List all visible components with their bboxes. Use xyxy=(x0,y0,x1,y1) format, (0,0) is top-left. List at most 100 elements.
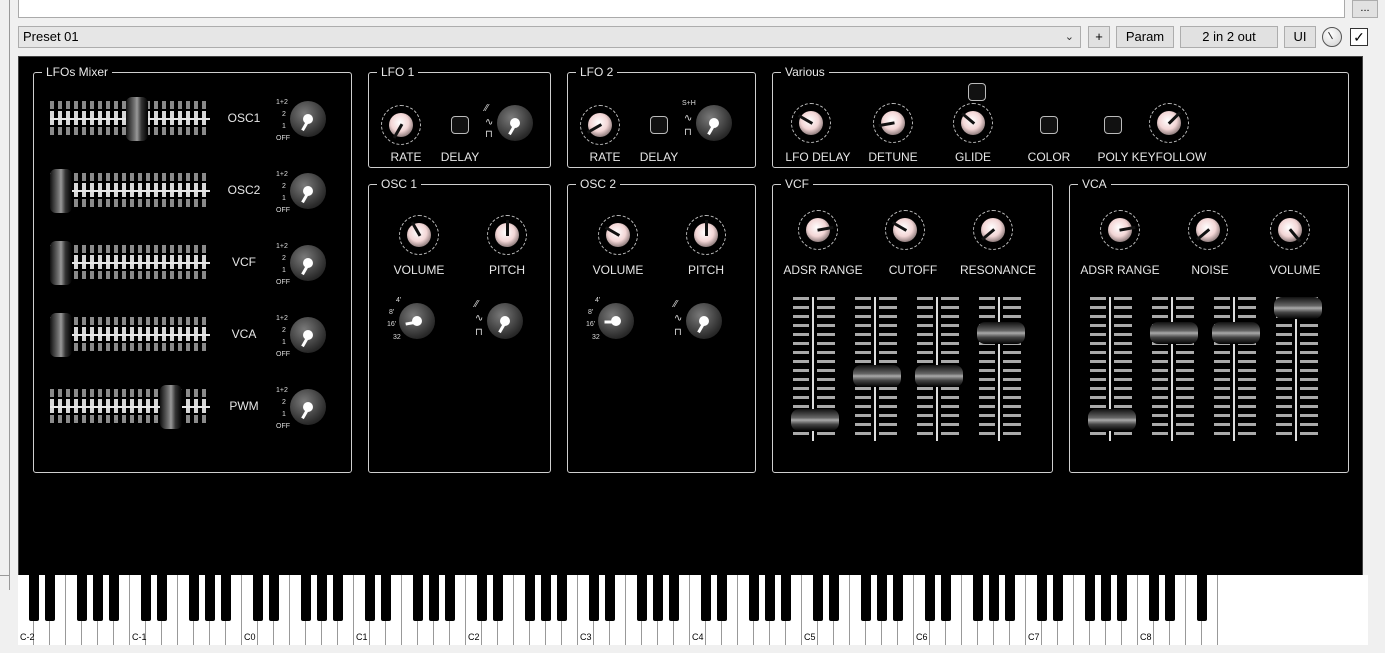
lfo-mix-source-selector[interactable] xyxy=(290,317,326,353)
lfo1-delay-toggle[interactable] xyxy=(451,116,469,134)
black-key[interactable] xyxy=(381,575,391,621)
black-key[interactable] xyxy=(861,575,871,621)
lfo-mix-slider[interactable] xyxy=(50,97,210,141)
glide-knob[interactable] xyxy=(953,103,993,143)
black-key[interactable] xyxy=(637,575,647,621)
bypass-checkbox[interactable]: ✓ xyxy=(1350,28,1368,46)
black-key[interactable] xyxy=(829,575,839,621)
black-key[interactable] xyxy=(973,575,983,621)
black-key[interactable] xyxy=(429,575,439,621)
vca-adsr-range-knob[interactable] xyxy=(1100,210,1140,250)
preset-dropdown[interactable]: Preset 01 ⌄ xyxy=(18,26,1081,48)
adsr-fader[interactable] xyxy=(913,297,963,441)
vcf-resonance-knob[interactable] xyxy=(973,210,1013,250)
black-key[interactable] xyxy=(477,575,487,621)
param-button[interactable]: Param xyxy=(1116,26,1174,48)
fader-thumb[interactable] xyxy=(791,408,839,431)
osc1-volume-knob[interactable] xyxy=(399,215,439,255)
ui-button[interactable]: UI xyxy=(1284,26,1316,48)
black-key[interactable] xyxy=(445,575,455,621)
osc2-pitch-knob[interactable] xyxy=(686,215,726,255)
black-key[interactable] xyxy=(93,575,103,621)
black-key[interactable] xyxy=(141,575,151,621)
black-key[interactable] xyxy=(541,575,551,621)
lfo-mix-slider[interactable] xyxy=(50,385,210,429)
osc1-footage-selector[interactable] xyxy=(399,303,435,339)
black-key[interactable] xyxy=(557,575,567,621)
lfo-mix-slider[interactable] xyxy=(50,313,210,357)
slider-thumb[interactable] xyxy=(160,385,183,429)
lfo-delay-knob[interactable] xyxy=(791,103,831,143)
slider-thumb[interactable] xyxy=(50,169,72,213)
lfo1-waveform-selector[interactable] xyxy=(497,105,533,141)
black-key[interactable] xyxy=(29,575,39,621)
fader-thumb[interactable] xyxy=(977,321,1025,344)
black-key[interactable] xyxy=(333,575,343,621)
vca-noise-knob[interactable] xyxy=(1188,210,1228,250)
add-preset-button[interactable]: + xyxy=(1088,26,1110,48)
fader-thumb[interactable] xyxy=(853,365,901,388)
lfo-mix-slider[interactable] xyxy=(50,169,210,213)
black-key[interactable] xyxy=(989,575,999,621)
black-key[interactable] xyxy=(1037,575,1047,621)
osc2-waveform-selector[interactable] xyxy=(686,303,722,339)
black-key[interactable] xyxy=(893,575,903,621)
black-key[interactable] xyxy=(589,575,599,621)
keyfollow-knob[interactable] xyxy=(1149,103,1189,143)
black-key[interactable] xyxy=(877,575,887,621)
adsr-fader[interactable] xyxy=(1148,297,1198,441)
black-key[interactable] xyxy=(301,575,311,621)
black-key[interactable] xyxy=(1085,575,1095,621)
path-field[interactable] xyxy=(18,0,1345,18)
black-key[interactable] xyxy=(925,575,935,621)
black-key[interactable] xyxy=(493,575,503,621)
adsr-fader[interactable] xyxy=(851,297,901,441)
osc1-pitch-knob[interactable] xyxy=(487,215,527,255)
black-key[interactable] xyxy=(1149,575,1159,621)
color-toggle[interactable] xyxy=(1040,116,1058,134)
black-key[interactable] xyxy=(1165,575,1175,621)
slider-thumb[interactable] xyxy=(50,241,72,285)
adsr-fader[interactable] xyxy=(789,297,839,441)
poly-toggle[interactable] xyxy=(1104,116,1122,134)
fader-thumb[interactable] xyxy=(915,365,963,388)
fader-thumb[interactable] xyxy=(1274,297,1322,319)
black-key[interactable] xyxy=(77,575,87,621)
vcf-adsr-range-knob[interactable] xyxy=(798,210,838,250)
black-key[interactable] xyxy=(205,575,215,621)
black-key[interactable] xyxy=(717,575,727,621)
black-key[interactable] xyxy=(1053,575,1063,621)
black-key[interactable] xyxy=(189,575,199,621)
black-key[interactable] xyxy=(781,575,791,621)
black-key[interactable] xyxy=(1005,575,1015,621)
black-key[interactable] xyxy=(109,575,119,621)
black-key[interactable] xyxy=(269,575,279,621)
black-key[interactable] xyxy=(1101,575,1111,621)
black-key[interactable] xyxy=(317,575,327,621)
detune-knob[interactable] xyxy=(873,103,913,143)
osc2-footage-selector[interactable] xyxy=(598,303,634,339)
adsr-fader[interactable] xyxy=(975,297,1025,441)
fader-thumb[interactable] xyxy=(1212,321,1260,344)
vca-volume-knob[interactable] xyxy=(1270,210,1310,250)
black-key[interactable] xyxy=(749,575,759,621)
lfo1-rate-knob[interactable] xyxy=(381,105,421,145)
black-key[interactable] xyxy=(813,575,823,621)
lfo-mix-source-selector[interactable] xyxy=(290,173,326,209)
osc1-waveform-selector[interactable] xyxy=(487,303,523,339)
mix-knob[interactable] xyxy=(1322,27,1342,47)
black-key[interactable] xyxy=(1117,575,1127,621)
black-key[interactable] xyxy=(221,575,231,621)
browse-button[interactable]: ... xyxy=(1352,0,1378,18)
black-key[interactable] xyxy=(765,575,775,621)
lfo-mix-source-selector[interactable] xyxy=(290,245,326,281)
piano-keyboard[interactable]: C-2 C-1 C0 C1 C2 C3 C4 C5 C6 C7 C8 xyxy=(18,575,1368,645)
lfo2-waveform-selector[interactable] xyxy=(696,105,732,141)
black-key[interactable] xyxy=(605,575,615,621)
lfo2-delay-toggle[interactable] xyxy=(650,116,668,134)
black-key[interactable] xyxy=(365,575,375,621)
black-key[interactable] xyxy=(653,575,663,621)
io-config-button[interactable]: 2 in 2 out xyxy=(1180,26,1278,48)
adsr-fader[interactable] xyxy=(1086,297,1136,441)
vcf-cutoff-knob[interactable] xyxy=(885,210,925,250)
